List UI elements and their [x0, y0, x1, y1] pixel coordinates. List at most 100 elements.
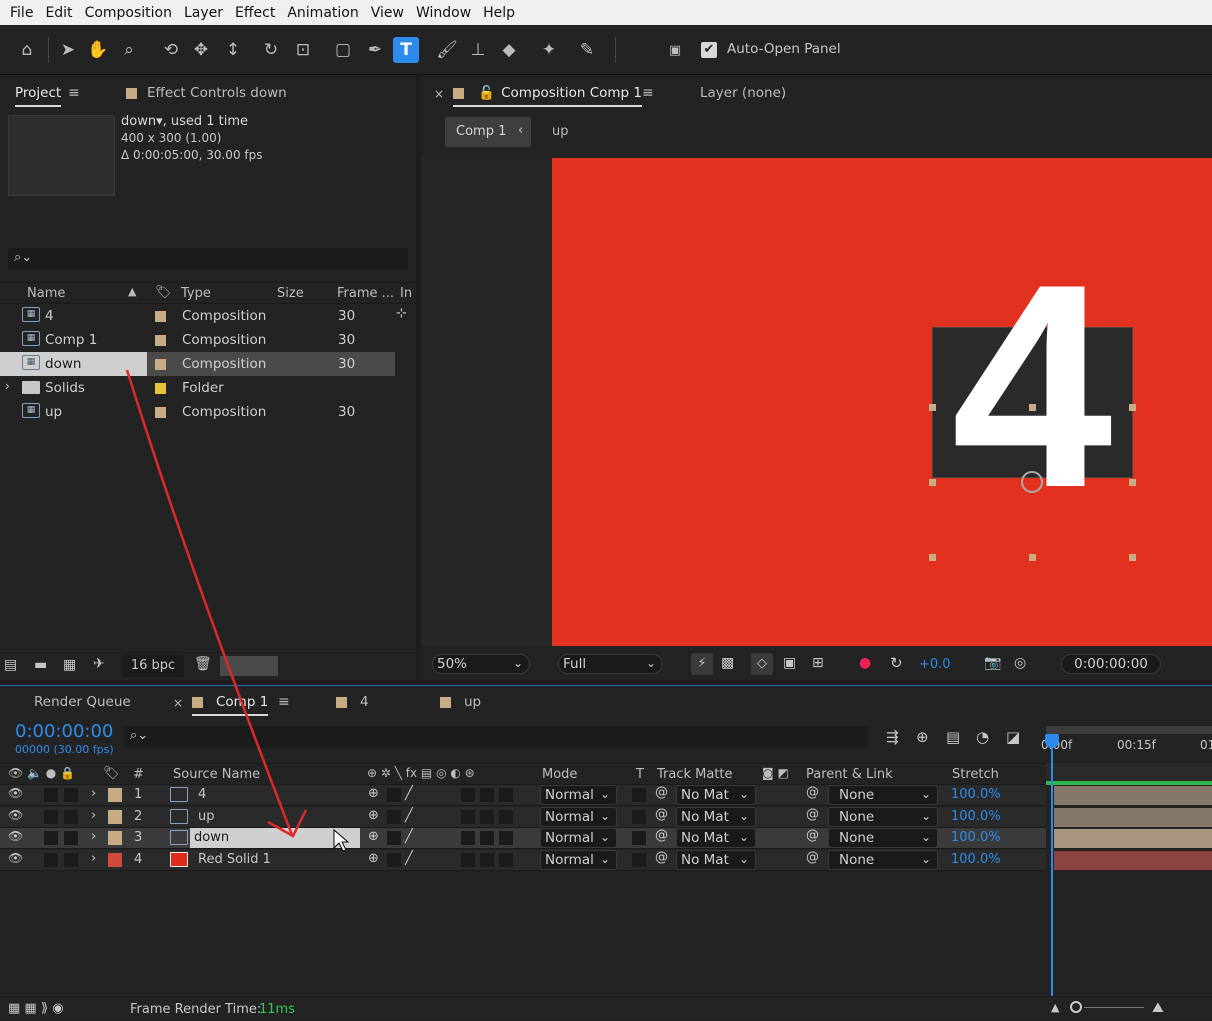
label-swatch[interactable] — [155, 335, 166, 346]
parent-pickwhip-icon[interactable]: @ — [806, 785, 819, 800]
matte-pickwhip-icon[interactable]: @ — [655, 850, 668, 865]
zoom-slider-handle[interactable] — [1070, 1001, 1082, 1013]
expand-chevron-icon[interactable]: › — [5, 379, 10, 393]
project-item-comp1[interactable]: ▦ Comp 1 Composition 30 — [0, 328, 395, 352]
hand-tool-icon[interactable]: ✋ — [85, 37, 111, 63]
transform-handle[interactable] — [929, 404, 936, 411]
adjustment-switch[interactable] — [480, 809, 494, 824]
selection-tool-icon[interactable]: ➤ — [55, 37, 81, 63]
dolly-camera-icon[interactable]: ↕ — [220, 37, 246, 63]
hide-shy-layers-icon[interactable]: ▤ — [946, 728, 960, 746]
time-ruler[interactable]: 0:00f 00:15f 01 — [1041, 726, 1212, 760]
parent-dropdown[interactable]: None ⌄ — [828, 785, 938, 805]
roto-brush-tool-icon[interactable]: ✦ — [536, 37, 562, 63]
lock-toggle[interactable] — [64, 809, 78, 824]
track-matte-dropdown[interactable]: No Mat ⌄ — [676, 806, 756, 827]
bpc-button[interactable]: 16 bpc — [122, 655, 184, 677]
label-tag-icon[interactable]: 🏷 — [103, 766, 120, 781]
adjustment-switch[interactable] — [480, 831, 494, 845]
blend-mode-dropdown[interactable]: Normal ⌄ — [540, 806, 617, 827]
solo-toggle[interactable] — [44, 788, 58, 802]
resolution-dropdown[interactable]: Full ⌄ — [558, 654, 663, 674]
brush-tool-icon[interactable]: 🖌 — [434, 37, 460, 63]
shy-icon[interactable]: ⊕ — [368, 829, 379, 844]
collapse-switch[interactable] — [387, 809, 401, 824]
layer-duration-bar[interactable] — [1054, 786, 1212, 805]
project-search-input[interactable]: ⌕⌄ — [8, 248, 408, 270]
viewer-timecode[interactable]: 0:00:00:00 — [1061, 654, 1161, 674]
project-item-down[interactable]: ▦ down Composition 30 — [0, 352, 395, 376]
close-tab-icon[interactable]: × — [434, 87, 444, 101]
expand-chevron-icon[interactable]: › — [91, 829, 96, 844]
tab-timeline-comp1[interactable]: Comp 1 — [192, 694, 269, 716]
transform-handle[interactable] — [1129, 404, 1136, 411]
label-tag-icon[interactable]: 🏷 — [155, 285, 172, 300]
quality-icon[interactable]: ╱ — [405, 851, 413, 866]
interpret-footage-icon[interactable]: ▤ — [4, 657, 17, 673]
zoom-in-icon[interactable]: ⛰ — [1152, 1000, 1164, 1016]
layer-name[interactable]: 4 — [194, 785, 210, 805]
motion-blur-switch[interactable] — [461, 809, 475, 824]
type-tool-icon[interactable]: T — [393, 37, 419, 63]
current-time-display[interactable]: 0:00:00:00 — [15, 721, 113, 742]
expand-chevron-icon[interactable]: › — [91, 786, 96, 801]
transform-handle[interactable] — [929, 479, 936, 486]
col-type[interactable]: Type — [181, 286, 211, 301]
matte-pickwhip-icon[interactable]: @ — [655, 785, 668, 800]
expand-chevron-icon[interactable]: › — [91, 808, 96, 823]
preserve-transparency-toggle[interactable] — [632, 831, 646, 845]
col-source-name[interactable]: Source Name — [173, 767, 260, 782]
adjustment-switch[interactable] — [480, 788, 494, 802]
layer-duration-bar[interactable] — [1054, 829, 1212, 848]
reset-exposure-icon[interactable]: ↻ — [890, 654, 903, 672]
eye-icon[interactable]: 👁 — [8, 786, 23, 800]
work-area-bar[interactable] — [1046, 726, 1212, 734]
clone-stamp-tool-icon[interactable]: ⊥ — [465, 37, 491, 63]
grid-guides-icon[interactable]: ⊞ — [812, 655, 824, 671]
panel-menu-icon[interactable]: ≡ — [642, 85, 654, 101]
project-item-up[interactable]: ▦ up Composition 30 — [0, 400, 395, 424]
av-features-icon[interactable]: 👁 🔈 ● 🔒 — [8, 766, 75, 780]
motion-blur-switch[interactable] — [461, 852, 475, 867]
parent-pickwhip-icon[interactable]: @ — [806, 807, 819, 822]
transform-handle[interactable] — [1029, 404, 1036, 411]
matte-pickwhip-icon[interactable]: @ — [655, 828, 668, 843]
region-of-interest-icon[interactable]: ▣ — [783, 655, 796, 671]
label-swatch[interactable] — [155, 407, 166, 418]
parent-pickwhip-icon[interactable]: @ — [806, 850, 819, 865]
col-size[interactable]: Size — [277, 286, 304, 301]
layer-row[interactable]: 👁 › 3 down ⊕ ╱ Normal ⌄ @ No Mat ⌄ @ None ⌄… — [0, 828, 1046, 849]
collapse-switch[interactable] — [387, 852, 401, 867]
lock-icon[interactable]: 🔓 — [478, 85, 495, 101]
stretch-value[interactable]: 100.0% — [951, 852, 1001, 867]
project-settings-icon[interactable]: ✈ — [93, 656, 105, 672]
parent-dropdown[interactable]: None ⌄ — [828, 828, 938, 848]
menu-animation[interactable]: Animation — [281, 5, 364, 21]
layer-row[interactable]: 👁 › 2 up ⊕ ╱ Normal ⌄ @ No Mat ⌄ @ None ⌄ 1… — [0, 806, 1046, 828]
transform-handle[interactable] — [1129, 479, 1136, 486]
tab-timeline-up-label[interactable]: up — [464, 694, 481, 710]
parent-dropdown[interactable]: None ⌄ — [828, 806, 938, 827]
3d-switch[interactable] — [499, 809, 513, 824]
project-item-solids[interactable]: › Solids Folder — [0, 376, 395, 400]
label-swatch[interactable] — [155, 311, 166, 322]
preserve-transparency-toggle[interactable] — [632, 809, 646, 824]
layer-row[interactable]: 👁 › 1 4 ⊕ ╱ Normal ⌄ @ No Mat ⌄ @ None ⌄ 10… — [0, 785, 1046, 806]
stretch-value[interactable]: 100.0% — [951, 830, 1001, 845]
breadcrumb-up[interactable]: up — [552, 124, 569, 139]
col-frame[interactable]: Frame ... — [337, 286, 394, 301]
track-matte-dropdown[interactable]: No Mat ⌄ — [676, 849, 756, 870]
zoom-slider-track[interactable] — [1084, 1007, 1144, 1008]
menu-edit[interactable]: Edit — [39, 5, 78, 21]
matte-pickwhip-icon[interactable]: @ — [655, 807, 668, 822]
stretch-value[interactable]: 100.0% — [951, 809, 1001, 824]
layer-duration-bar[interactable] — [1054, 850, 1212, 870]
shy-icon[interactable]: ⊕ — [368, 808, 379, 823]
rectangle-tool-icon[interactable]: ▢ — [330, 37, 356, 63]
stretch-value[interactable]: 100.0% — [951, 787, 1001, 802]
layer-name[interactable]: Red Solid 1 — [194, 850, 275, 870]
tab-timeline-4-label[interactable]: 4 — [360, 694, 369, 710]
shy-icon[interactable]: ⊕ — [368, 851, 379, 866]
transform-handle[interactable] — [1129, 554, 1136, 561]
quality-icon[interactable]: ╱ — [405, 829, 413, 844]
